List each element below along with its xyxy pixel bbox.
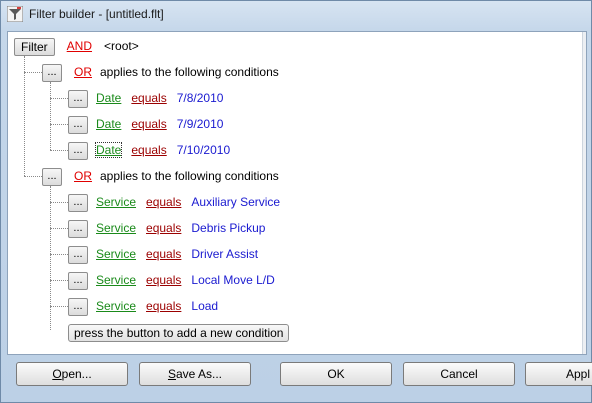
condition-operator-link[interactable]: equals <box>131 91 166 105</box>
condition-field-link[interactable]: Service <box>96 299 136 313</box>
title-bar: Filter builder - [untitled.flt] <box>1 1 591 27</box>
add-condition-row: press the button to add a new condition <box>68 322 290 342</box>
condition-field-link[interactable]: Date <box>96 117 121 131</box>
group-row: ... OR applies to the following conditions <box>42 62 279 82</box>
filter-funnel-icon <box>7 6 23 22</box>
filter-tree-panel: Filter AND <root> ... OR applies to the foll… <box>7 31 587 355</box>
cancel-button-label: Cancel <box>440 367 478 381</box>
tree-line <box>50 186 51 330</box>
apply-button-label: Appl <box>566 367 591 381</box>
condition-operator-link[interactable]: equals <box>146 195 181 209</box>
tree-line <box>24 72 42 73</box>
condition-row: ... Date equals 7/10/2010 <box>68 140 230 160</box>
condition-operator-link[interactable]: equals <box>146 273 181 287</box>
tree-line <box>50 124 68 125</box>
condition-menu-button[interactable]: ... <box>68 271 88 290</box>
condition-operator-link[interactable]: equals <box>146 299 181 313</box>
root-operator-link[interactable]: AND <box>67 39 92 53</box>
condition-value[interactable]: Load <box>191 299 218 313</box>
tree-line <box>50 228 68 229</box>
condition-field-link[interactable]: Service <box>96 247 136 261</box>
condition-row: ... Service equals Driver Assist <box>68 244 258 264</box>
group-operator-link[interactable]: OR <box>74 169 92 183</box>
condition-operator-link[interactable]: equals <box>146 221 181 235</box>
condition-menu-button[interactable]: ... <box>68 141 88 160</box>
condition-menu-button[interactable]: ... <box>68 193 88 212</box>
condition-value[interactable]: Local Move L/D <box>191 273 274 287</box>
root-row: Filter AND <root> <box>14 36 139 56</box>
condition-value[interactable]: Debris Pickup <box>191 221 265 235</box>
group-row: ... OR applies to the following conditions <box>42 166 279 186</box>
tree-line <box>50 202 68 203</box>
tree-line <box>50 98 68 99</box>
ok-button-label: OK <box>327 367 345 381</box>
open-button-accel: O <box>52 367 62 381</box>
tree-line <box>50 280 68 281</box>
group-menu-button[interactable]: ... <box>42 63 62 82</box>
condition-operator-link[interactable]: equals <box>146 247 181 261</box>
condition-operator-link[interactable]: equals <box>131 143 166 157</box>
condition-field-link[interactable]: Date <box>94 142 123 158</box>
filter-builder-window: Filter builder - [untitled.flt] Filter AN… <box>0 0 592 403</box>
condition-menu-button[interactable]: ... <box>68 245 88 264</box>
add-condition-button[interactable]: press the button to add a new condition <box>68 323 290 342</box>
save-as-button-label: ave As... <box>175 367 223 381</box>
group-description: applies to the following conditions <box>100 169 279 183</box>
condition-row: ... Date equals 7/8/2010 <box>68 88 223 108</box>
root-label: <root> <box>104 39 139 53</box>
apply-button[interactable]: Appl <box>525 362 592 386</box>
condition-menu-button[interactable]: ... <box>68 219 88 238</box>
condition-menu-button[interactable]: ... <box>68 297 88 316</box>
condition-menu-button[interactable]: ... <box>68 115 88 134</box>
condition-value[interactable]: Auxiliary Service <box>191 195 280 209</box>
ok-button[interactable]: OK <box>280 362 392 386</box>
group-operator-link[interactable]: OR <box>74 65 92 79</box>
open-button[interactable]: Open... <box>16 362 128 386</box>
condition-row: ... Service equals Auxiliary Service <box>68 192 280 212</box>
save-as-button[interactable]: Save As... <box>139 362 251 386</box>
tree-line <box>50 150 68 151</box>
tree-line <box>50 306 68 307</box>
filter-button[interactable]: Filter <box>14 37 55 56</box>
tree-line <box>50 82 51 150</box>
condition-row: ... Service equals Load <box>68 296 218 316</box>
condition-value[interactable]: 7/8/2010 <box>177 91 224 105</box>
condition-field-link[interactable]: Service <box>96 221 136 235</box>
condition-value[interactable]: 7/9/2010 <box>177 117 224 131</box>
window-title: Filter builder - [untitled.flt] <box>29 7 164 21</box>
save-as-button-accel: S <box>167 367 176 381</box>
condition-menu-button[interactable]: ... <box>68 89 88 108</box>
condition-operator-link[interactable]: equals <box>131 117 166 131</box>
condition-value[interactable]: Driver Assist <box>191 247 258 261</box>
tree-line <box>50 254 68 255</box>
condition-field-link[interactable]: Service <box>96 195 136 209</box>
condition-row: ... Date equals 7/9/2010 <box>68 114 223 134</box>
group-menu-button[interactable]: ... <box>42 167 62 186</box>
tree-line <box>24 56 25 176</box>
condition-row: ... Service equals Local Move L/D <box>68 270 275 290</box>
condition-field-link[interactable]: Date <box>96 91 121 105</box>
open-button-label: pen... <box>61 367 92 381</box>
condition-row: ... Service equals Debris Pickup <box>68 218 265 238</box>
group-description: applies to the following conditions <box>100 65 279 79</box>
condition-value[interactable]: 7/10/2010 <box>177 143 230 157</box>
condition-field-link[interactable]: Service <box>96 273 136 287</box>
tree-line <box>24 176 42 177</box>
vertical-scrollbar[interactable] <box>582 32 586 354</box>
cancel-button[interactable]: Cancel <box>403 362 515 386</box>
